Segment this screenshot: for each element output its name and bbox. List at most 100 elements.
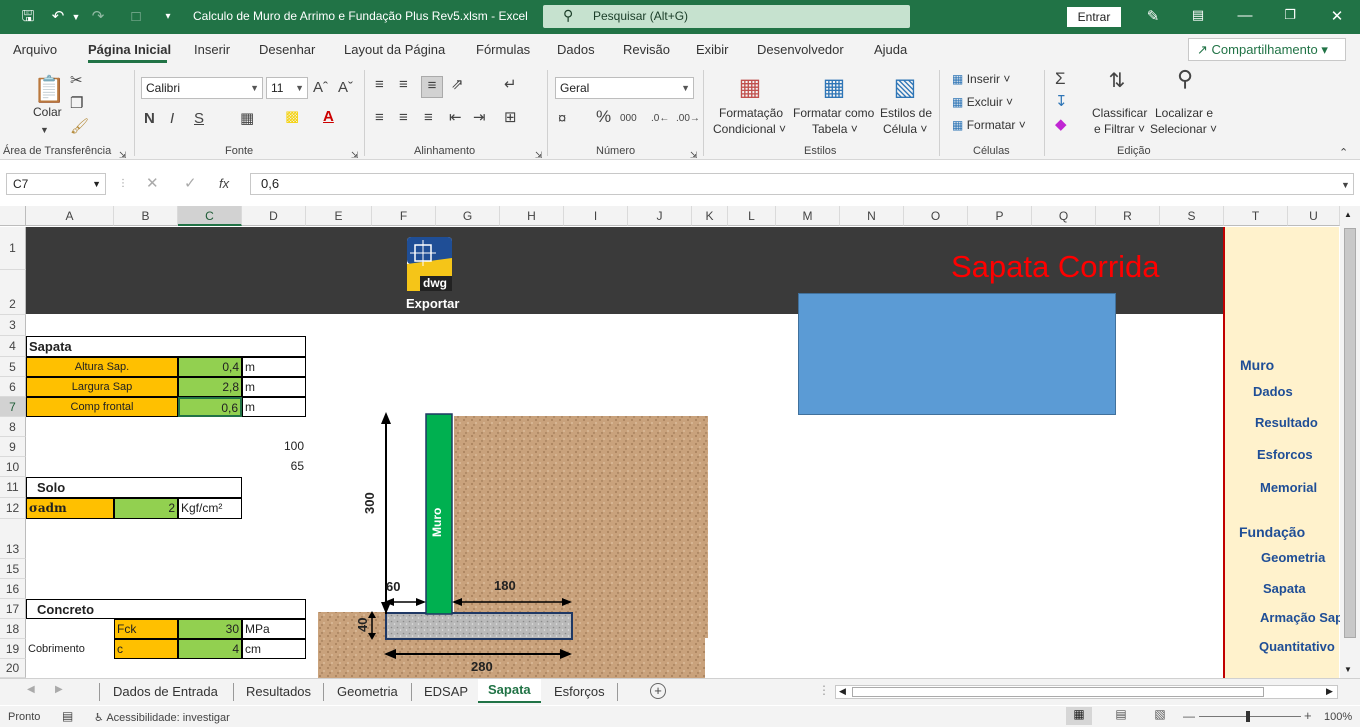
row-header-1[interactable]: 1 <box>0 227 26 270</box>
zoom-slider[interactable] <box>1199 716 1301 717</box>
signin-button[interactable]: Entrar <box>1067 7 1121 27</box>
c-label[interactable]: c <box>114 639 178 659</box>
font-color-icon[interactable]: A <box>323 108 334 126</box>
col-header-F[interactable]: F <box>372 206 436 226</box>
nav-geometria-link[interactable]: Geometria <box>1261 550 1325 565</box>
menu-formulas[interactable]: Fórmulas <box>476 42 530 57</box>
orientation-icon[interactable]: ⇗ <box>451 76 464 94</box>
restore-icon[interactable]: ❐ <box>1280 7 1300 23</box>
col-header-T[interactable]: T <box>1224 206 1288 226</box>
fck-label[interactable]: Fck <box>114 619 178 639</box>
comment-icon[interactable]: □ <box>126 7 146 27</box>
sort-filter-label-1[interactable]: Classificar <box>1092 106 1147 120</box>
align-bottom-icon[interactable]: ≡ <box>421 76 443 98</box>
row-header-13[interactable]: 13 <box>0 519 26 559</box>
sadm-value[interactable]: 2 <box>114 498 178 519</box>
currency-icon[interactable]: ¤ <box>558 110 566 128</box>
undo-dropdown-icon[interactable]: ▼ <box>66 7 86 27</box>
align-left-icon[interactable]: ≡ <box>375 109 384 127</box>
collapse-ribbon-icon[interactable]: ⌃ <box>1339 144 1348 162</box>
conditional-format-label-2[interactable]: Condicional ˅ <box>713 122 786 136</box>
comp-label[interactable]: Comp frontal <box>26 397 178 417</box>
number-format-select[interactable]: Geral ▼ <box>555 77 694 99</box>
zoom-slider-thumb[interactable] <box>1246 711 1250 722</box>
col-header-H[interactable]: H <box>500 206 564 226</box>
font-launcher-icon[interactable]: ⇲ <box>351 146 359 164</box>
largura-unit[interactable]: m <box>242 377 306 397</box>
row-header-12[interactable]: 12 <box>0 498 26 519</box>
paste-button[interactable]: Colar <box>33 105 62 119</box>
sort-filter-label-2[interactable]: e Filtrar ˅ <box>1094 122 1145 136</box>
col-header-L[interactable]: L <box>728 206 776 226</box>
decrease-decimal-icon[interactable]: .00→ <box>676 110 700 128</box>
zoom-level[interactable]: 100% <box>1324 711 1352 723</box>
insert-function-icon[interactable]: fx <box>219 175 229 193</box>
menu-dados[interactable]: Dados <box>557 42 595 57</box>
row-header-4[interactable]: 4 <box>0 336 26 357</box>
increase-decimal-icon[interactable]: .0← <box>651 110 669 128</box>
macro-record-icon[interactable]: ▤ <box>62 709 73 723</box>
tab-dados-de-entrada[interactable]: Dados de Entrada <box>113 683 218 703</box>
delete-cells-button[interactable]: ▦ Excluir ˅ <box>952 95 1013 109</box>
col-header-P[interactable]: P <box>968 206 1032 226</box>
row-header-3[interactable]: 3 <box>0 315 26 336</box>
format-cells-button[interactable]: ▦ Formatar ˅ <box>952 118 1026 132</box>
fck-unit[interactable]: MPa <box>242 619 306 639</box>
sapata-header[interactable]: Sapata <box>26 336 306 357</box>
nav-dados-link[interactable]: Dados <box>1253 384 1293 399</box>
formula-input[interactable]: 0,6 <box>250 173 1354 195</box>
col-header-U[interactable]: U <box>1288 206 1340 226</box>
paste-dropdown-icon[interactable]: ▼ <box>40 121 49 139</box>
italic-button[interactable]: I <box>170 110 174 128</box>
insert-cells-button[interactable]: ▦ Inserir ˅ <box>952 72 1010 86</box>
row-header-5[interactable]: 5 <box>0 357 26 377</box>
number-launcher-icon[interactable]: ⇲ <box>690 146 698 164</box>
sort-filter-icon[interactable]: ⇅ <box>1102 71 1132 91</box>
row-header-10[interactable]: 10 <box>0 457 26 477</box>
altura-unit[interactable]: m <box>242 357 306 377</box>
normal-view-icon[interactable]: ▦ <box>1066 707 1092 725</box>
c-value[interactable]: 4 <box>178 639 242 659</box>
col-header-S[interactable]: S <box>1160 206 1224 226</box>
accessibility-status[interactable]: ♿ Acessibilidade: investigar <box>94 711 230 724</box>
dwg-export-icon[interactable]: dwg <box>406 236 453 292</box>
customize-qat-icon[interactable]: ▾ <box>158 7 178 27</box>
tab-resultados[interactable]: Resultados <box>246 683 311 703</box>
nav-memorial-link[interactable]: Memorial <box>1260 480 1317 495</box>
tab-geometria[interactable]: Geometria <box>337 683 398 703</box>
export-label[interactable]: Exportar <box>406 296 459 311</box>
row-header-16[interactable]: 16 <box>0 579 26 599</box>
largura-value[interactable]: 2,8 <box>178 377 242 397</box>
clipboard-launcher-icon[interactable]: ⇲ <box>119 146 127 164</box>
menu-revisao[interactable]: Revisão <box>623 42 670 57</box>
concreto-header[interactable]: Concreto <box>26 599 306 619</box>
vertical-scroll-thumb[interactable] <box>1344 228 1356 638</box>
col-header-N[interactable]: N <box>840 206 904 226</box>
solo-header[interactable]: Solo <box>26 477 242 498</box>
scroll-down-icon[interactable]: ▼ <box>1344 665 1352 674</box>
select-all-corner[interactable] <box>0 206 26 226</box>
page-layout-icon[interactable]: ▤ <box>1112 707 1130 721</box>
row-header-18[interactable]: 18 <box>0 619 26 639</box>
name-box[interactable]: C7 ▼ <box>6 173 106 195</box>
cell-styles-label-1[interactable]: Estilos de <box>880 106 932 120</box>
nav-resultado-link[interactable]: Resultado <box>1255 415 1318 430</box>
col-header-R[interactable]: R <box>1096 206 1160 226</box>
align-middle-icon[interactable]: ≡ <box>399 76 408 94</box>
confirm-formula-icon[interactable]: ✓ <box>184 175 197 193</box>
tab-scroll-left-icon[interactable]: ◀ <box>27 684 35 695</box>
tab-edsap[interactable]: EDSAP <box>424 683 468 703</box>
horizontal-scrollbar[interactable]: ◀ ▶ <box>835 685 1338 699</box>
ribbon-display-icon[interactable]: ▤ <box>1188 7 1208 23</box>
col-header-K[interactable]: K <box>692 206 728 226</box>
col-header-B[interactable]: B <box>114 206 178 226</box>
close-icon[interactable]: ✕ <box>1327 7 1347 25</box>
expand-formula-icon[interactable]: ▼ <box>1341 176 1350 194</box>
scroll-right-icon[interactable]: ▶ <box>1326 686 1333 697</box>
row-header-20[interactable]: 20 <box>0 659 26 678</box>
cell-styles-label-2[interactable]: Célula ˅ <box>883 122 927 136</box>
menu-desenvolvedor[interactable]: Desenvolvedor <box>757 42 844 57</box>
align-center-icon[interactable]: ≡ <box>399 109 408 127</box>
borders-icon[interactable]: ▦ <box>240 110 254 128</box>
align-right-icon[interactable]: ≡ <box>424 109 433 127</box>
